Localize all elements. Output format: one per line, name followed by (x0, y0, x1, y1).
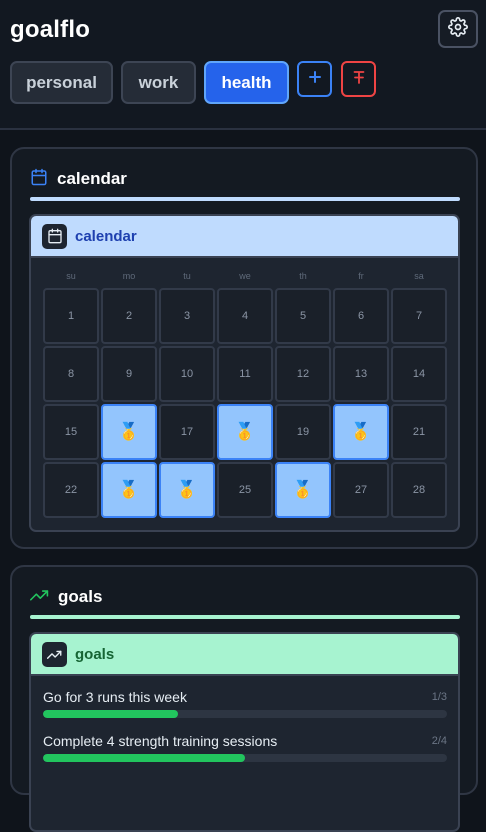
goals-divider (30, 615, 460, 619)
calendar-day[interactable]: 15 (43, 404, 99, 460)
calendar-grid: 1 2 3 4 5 6 7 8 9 10 11 12 13 14 15 🥇 17 🥇 19 🥇 21 22 🥇 🥇 25 🥇 27 2… (43, 288, 449, 520)
calendar-panel-header: calendar (30, 167, 127, 191)
calendar-day-completed[interactable]: 🥇 (101, 404, 157, 460)
goals-card: goals Go for 3 runs this week 1/3 Comple… (29, 632, 460, 832)
calendar-card-title: calendar (75, 227, 137, 245)
calendar-day[interactable]: 28 (391, 462, 447, 518)
calendar-day-completed[interactable]: 🥇 (333, 404, 389, 460)
tab-work[interactable]: work (121, 61, 196, 104)
goal-count: 1/3 (431, 691, 447, 703)
goals-panel-title: goals (58, 587, 103, 606)
calendar-day[interactable]: 22 (43, 462, 99, 518)
delete-category-button[interactable] (341, 61, 376, 97)
add-category-button[interactable] (297, 61, 332, 97)
goals-card-title: goals (75, 645, 115, 663)
calendar-divider (30, 197, 460, 201)
calendar-day[interactable]: 11 (217, 346, 273, 402)
calendar-day[interactable]: 17 (159, 404, 215, 460)
weekday-label: fr (358, 271, 364, 281)
calendar-day[interactable]: 3 (159, 288, 215, 344)
calendar-day[interactable]: 21 (391, 404, 447, 460)
goal-progress-fill (43, 754, 245, 762)
calendar-day[interactable]: 10 (159, 346, 215, 402)
calendar-day-completed[interactable]: 🥇 (275, 462, 331, 518)
tab-personal[interactable]: personal (10, 61, 113, 104)
weekday-header: su mo tu we th fr sa (43, 271, 449, 285)
calendar-day[interactable]: 14 (391, 346, 447, 402)
calendar-panel: calendar calendar su mo tu we th fr sa 1234567… (10, 147, 478, 549)
app-title: goalflo (10, 16, 91, 43)
calendar-icon (30, 168, 48, 191)
goal-label: Complete 4 strength training sessions (43, 733, 278, 749)
goal-count: 2/4 (431, 735, 447, 747)
calendar-day[interactable]: 6 (333, 288, 389, 344)
goal-progress-fill (43, 710, 178, 718)
app-header: goalflo personal work health (0, 0, 486, 130)
strikethrough-icon (353, 70, 365, 89)
weekday-label: tu (183, 271, 191, 281)
weekday-label: th (299, 271, 307, 281)
goal-progress-track (43, 710, 447, 718)
weekday-label: sa (414, 271, 424, 281)
goals-panel: goals goals Go for 3 runs this week 1/3 … (10, 565, 478, 832)
calendar-day[interactable]: 25 (217, 462, 273, 518)
calendar-day[interactable]: 4 (217, 288, 273, 344)
weekday-label: su (66, 271, 76, 281)
goals-panel-header: goals (30, 585, 102, 609)
plus-icon (308, 70, 321, 88)
goal-progress-track (43, 754, 447, 762)
calendar-day[interactable]: 5 (275, 288, 331, 344)
calendar-day[interactable]: 13 (333, 346, 389, 402)
calendar-day[interactable]: 12 (275, 346, 331, 402)
calendar-card-header: calendar (31, 216, 458, 258)
calendar-panel-title: calendar (57, 169, 127, 188)
calendar-day[interactable]: 1 (43, 288, 99, 344)
calendar-day-completed[interactable]: 🥇 (159, 462, 215, 518)
goals-card-header: goals (31, 634, 458, 676)
calendar-day-completed[interactable]: 🥇 (217, 404, 273, 460)
gear-icon (448, 16, 468, 42)
trending-up-icon (42, 641, 67, 667)
trending-up-icon (30, 587, 49, 607)
calendar-day[interactable]: 8 (43, 346, 99, 402)
calendar-day[interactable]: 9 (101, 346, 157, 402)
calendar-day[interactable]: 27 (333, 462, 389, 518)
calendar-day-completed[interactable]: 🥇 (101, 462, 157, 518)
settings-button[interactable] (438, 10, 478, 48)
tab-health[interactable]: health (204, 61, 289, 104)
weekday-label: we (239, 271, 251, 281)
calendar-day[interactable]: 2 (101, 288, 157, 344)
calendar-icon (42, 223, 67, 249)
calendar-day[interactable]: 19 (275, 404, 331, 460)
weekday-label: mo (122, 271, 136, 281)
goal-label: Go for 3 runs this week (43, 689, 187, 705)
calendar-day[interactable]: 7 (391, 288, 447, 344)
calendar-card: calendar su mo tu we th fr sa 1 2 3 4 5 6 7 8 9 10 11 12 1… (29, 214, 460, 532)
